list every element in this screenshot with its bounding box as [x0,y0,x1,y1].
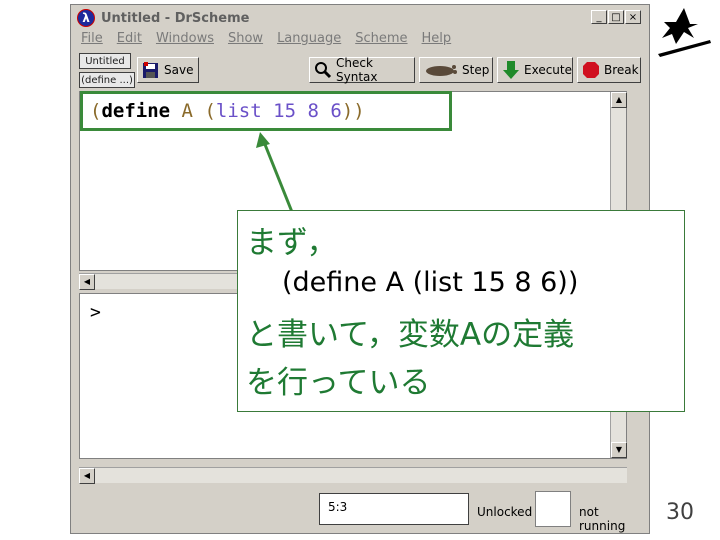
callout-line-4: を行っている [246,365,431,401]
explanation-callout: まず， (define A (list 15 8 6)) と書いて，変数Aの定義… [237,210,685,412]
callout-code: (define A (list 15 8 6)) [282,267,579,298]
callout-line-3: と書いて，変数Aの定義 [246,317,575,353]
callout-line-1: まず， [246,225,338,261]
slide-number: 30 [666,500,694,525]
